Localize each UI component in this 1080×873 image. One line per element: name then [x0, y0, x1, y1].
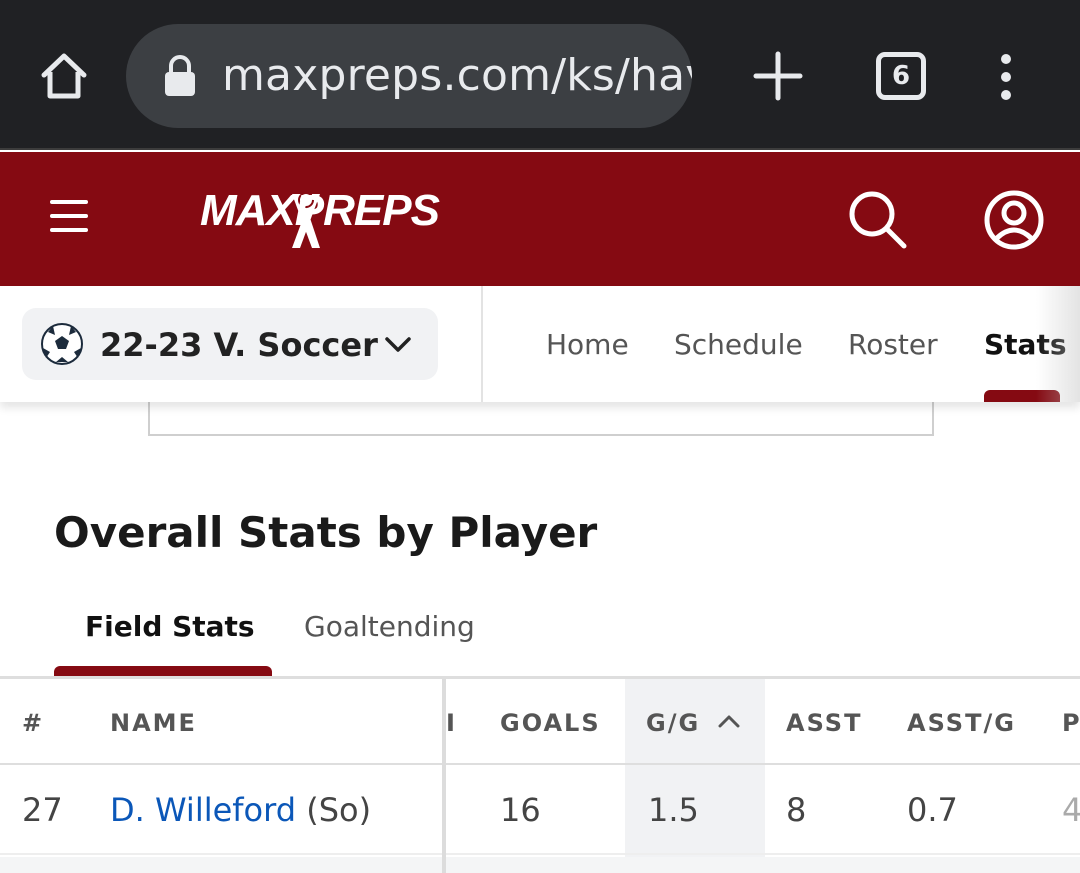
home-icon[interactable] — [34, 44, 94, 108]
team-season-label: 22-23 V. Soccer — [100, 326, 378, 364]
cell-name: D. Willeford (So) — [110, 791, 371, 829]
nav-divider — [481, 286, 483, 402]
tab-schedule[interactable]: Schedule — [674, 328, 803, 361]
cell-number: 27 — [22, 791, 63, 829]
col-header-goals[interactable]: GOALS — [500, 709, 601, 737]
lock-icon — [160, 54, 200, 98]
col-header-gpg[interactable]: G/G — [646, 709, 700, 737]
table-header-row: # NAME I GOALS G/G ASST ASST/G P — [0, 679, 1080, 765]
browser-toolbar: maxpreps.com/ks/hay 6 — [0, 0, 1080, 150]
ad-placeholder — [148, 396, 934, 436]
col-header-assists[interactable]: ASST — [786, 709, 862, 737]
logo-text: MAXPREPS — [200, 186, 440, 235]
cell-apg: 0.7 — [907, 791, 958, 829]
table-row: 27 D. Willeford (So) 16 1.5 8 0.7 4 — [0, 767, 1080, 855]
tab-field-stats[interactable]: Field Stats — [85, 610, 255, 643]
player-link[interactable]: D. Willeford — [110, 791, 296, 829]
tab-count: 6 — [891, 61, 911, 91]
frozen-column-divider — [442, 679, 446, 873]
col-header-points[interactable]: P — [1062, 709, 1080, 737]
new-tab-icon[interactable] — [748, 46, 808, 106]
stats-table: # NAME I GOALS G/G ASST ASST/G P 27 D. W… — [0, 676, 1080, 873]
player-class: (So) — [306, 791, 372, 829]
chevron-down-icon — [384, 332, 412, 356]
more-vert-icon[interactable] — [990, 52, 1022, 102]
tab-switcher-button[interactable]: 6 — [876, 52, 926, 100]
cell-points: 4 — [1062, 791, 1080, 829]
hamburger-menu-icon[interactable] — [50, 200, 88, 232]
tab-goaltending[interactable]: Goaltending — [304, 610, 475, 643]
col-header-partial[interactable]: I — [446, 709, 457, 737]
address-bar[interactable]: maxpreps.com/ks/hay — [126, 24, 692, 128]
tab-roster[interactable]: Roster — [848, 328, 938, 361]
col-header-number[interactable]: # — [22, 709, 44, 737]
tab-home[interactable]: Home — [546, 328, 629, 361]
cell-assists: 8 — [786, 791, 807, 829]
sort-ascending-icon — [718, 713, 740, 729]
search-icon[interactable] — [846, 188, 910, 252]
site-header: MAXPREPS — [0, 152, 1080, 286]
col-header-name[interactable]: NAME — [110, 709, 197, 737]
cell-goals: 16 — [500, 791, 541, 829]
col-header-apg[interactable]: ASST/G — [907, 709, 1016, 737]
team-season-dropdown[interactable]: 22-23 V. Soccer — [22, 308, 438, 380]
url-text: maxpreps.com/ks/hay — [222, 50, 692, 101]
soccer-ball-icon — [40, 322, 84, 366]
team-nav: 22-23 V. Soccer Home Schedule Roster Sta… — [0, 286, 1080, 402]
next-row-stripe — [0, 857, 1080, 873]
maxpreps-logo[interactable]: MAXPREPS — [200, 186, 452, 250]
account-icon[interactable] — [982, 188, 1046, 252]
scroll-fade — [1036, 286, 1080, 402]
page-title: Overall Stats by Player — [54, 508, 598, 557]
cell-gpg: 1.5 — [648, 791, 699, 829]
